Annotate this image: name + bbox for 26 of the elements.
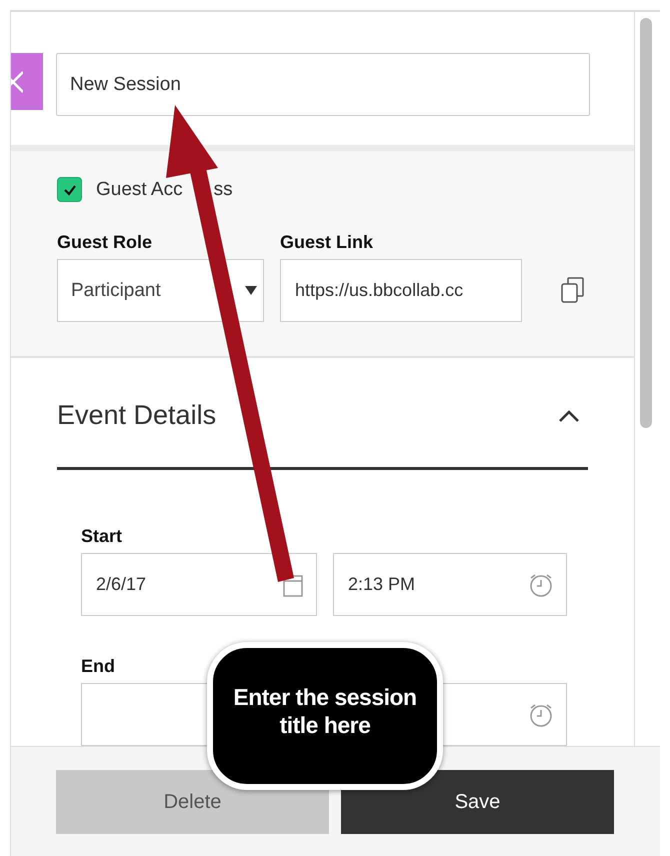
copy-button[interactable] [560, 276, 586, 304]
guest-access-label-end: ss [214, 178, 233, 200]
section-heading: Event Details [57, 400, 216, 431]
collapse-button[interactable] [558, 408, 580, 422]
guest-link-label: Guest Link [280, 232, 374, 253]
session-title-field[interactable]: New Session [56, 53, 590, 116]
save-button[interactable]: Save [341, 770, 614, 834]
end-label: End [81, 656, 116, 677]
guest-link-field[interactable]: https://us.bbcollab.cc [280, 259, 522, 322]
scrollbar-thumb[interactable] [640, 18, 652, 428]
checkmark-icon [62, 184, 76, 196]
alarm-clock-icon [528, 702, 554, 728]
alarm-clock-icon [528, 572, 554, 598]
start-label: Start [81, 526, 124, 547]
chevron-up-icon [558, 408, 580, 422]
start-date-field[interactable]: 2/6/17 [81, 553, 317, 616]
guest-access-label: Guest Acc [96, 178, 183, 200]
close-icon [11, 70, 23, 92]
callout-text: Enter the session title here [232, 684, 418, 740]
copy-icon [560, 276, 586, 304]
start-time-field[interactable]: 2:13 PM [333, 553, 567, 616]
dropdown-caret-icon [245, 286, 257, 295]
close-button[interactable] [11, 53, 43, 110]
guest-access-checkbox[interactable] [57, 177, 82, 202]
guest-role-dropdown[interactable]: Participant [57, 259, 264, 322]
guest-role-label: Guest Role [57, 232, 154, 253]
